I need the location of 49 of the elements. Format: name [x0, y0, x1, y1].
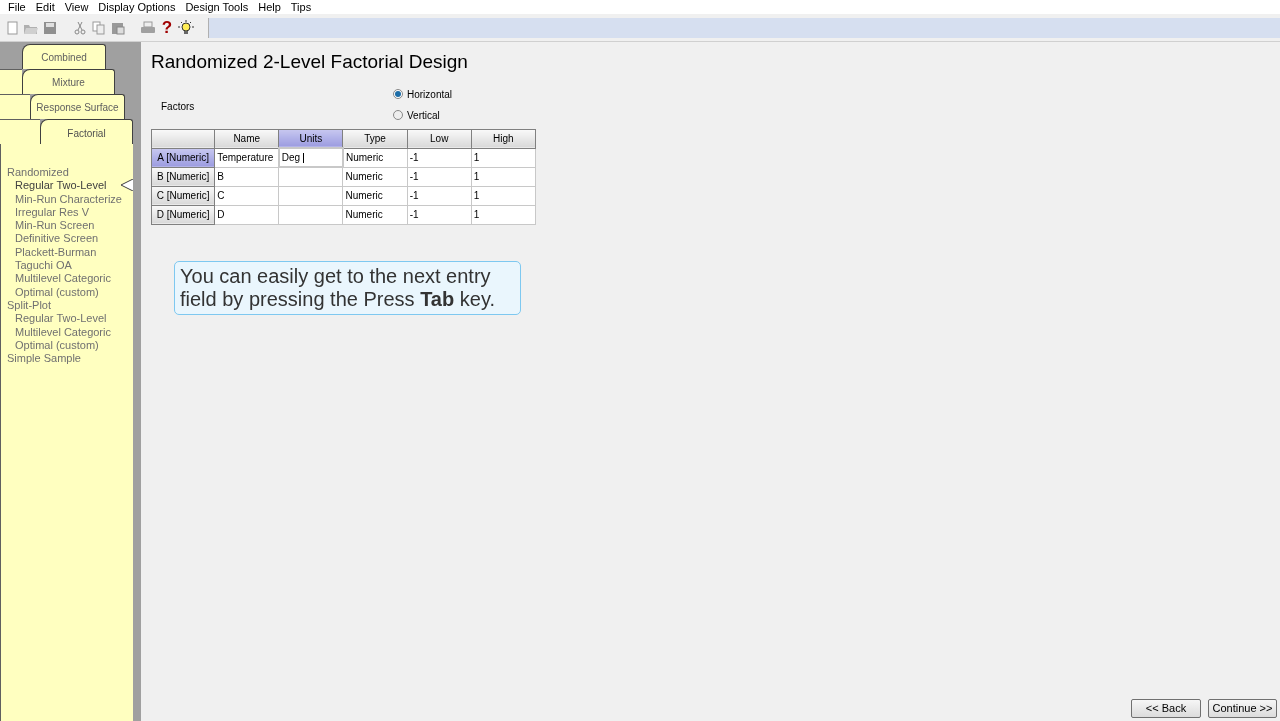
printer-icon[interactable] — [140, 19, 156, 36]
radio-label[interactable]: Vertical — [407, 107, 440, 123]
menu-item[interactable]: Display Options — [94, 0, 180, 16]
column-header[interactable]: Type — [342, 129, 408, 148]
tree-item[interactable]: Optimal (custom) — [1, 285, 133, 299]
copy-icon[interactable] — [91, 19, 107, 36]
tree-item[interactable]: Min-Run Characterize — [1, 192, 133, 206]
tab-background — [0, 69, 22, 94]
radio-label[interactable]: Horizontal — [407, 86, 453, 102]
menu-item[interactable]: View — [60, 0, 93, 16]
selection-pointer-icon — [121, 179, 133, 192]
tree-item[interactable]: Randomized — [1, 166, 133, 180]
column-header[interactable]: Name — [214, 129, 279, 148]
continue-button[interactable]: Continue >> — [1208, 699, 1277, 718]
back-button[interactable]: << Back — [1131, 699, 1201, 718]
tree-item[interactable]: Plackett-Burman — [1, 245, 133, 260]
menu-item[interactable]: File — [4, 0, 30, 16]
tree-item[interactable]: Regular Two-Level — [1, 179, 133, 193]
new-file-icon[interactable] — [4, 19, 20, 36]
menu-item[interactable]: Tips — [286, 0, 316, 16]
tip-callout: You can easily get to the next entry field by pressing the Press Tab key. — [174, 260, 521, 315]
help-button[interactable]: ? — [159, 19, 175, 36]
tree-item[interactable]: Optimal (custom) — [1, 338, 133, 353]
tree-item[interactable]: Multilevel Categoric — [1, 325, 133, 339]
tree-item[interactable]: Regular Two-Level — [1, 312, 133, 326]
design-tab[interactable]: Response Surface — [30, 94, 125, 119]
cell-input-field[interactable]: Deg — [278, 148, 343, 167]
menu-item[interactable]: Edit — [31, 0, 59, 16]
tree-item[interactable]: Taguchi OA — [1, 259, 133, 273]
tree-item[interactable]: Split-Plot — [1, 298, 133, 313]
design-tab[interactable]: Combined — [22, 44, 106, 69]
tree-item[interactable]: Min-Run Screen — [1, 219, 133, 233]
menu-item[interactable]: Help — [254, 0, 285, 16]
section-label: Factors — [161, 99, 196, 114]
radio-button[interactable] — [393, 89, 403, 99]
scissors-icon[interactable] — [72, 19, 88, 36]
column-header[interactable]: High — [471, 129, 536, 148]
design-tab[interactable]: Factorial — [40, 119, 133, 146]
tree-item[interactable]: Multilevel Categoric — [1, 272, 133, 286]
tree-item[interactable]: Definitive Screen — [1, 232, 133, 246]
column-header[interactable]: Low — [407, 129, 472, 148]
design-tab[interactable]: Mixture — [22, 69, 115, 94]
page-title: Randomized 2-Level Factorial Design — [151, 50, 469, 74]
tree-item[interactable]: Simple Sample — [1, 352, 133, 366]
corner-cell — [151, 129, 215, 148]
light-bulb-icon[interactable] — [178, 19, 194, 36]
radio-button[interactable] — [393, 110, 403, 120]
menu-item[interactable]: Design Tools — [181, 0, 253, 16]
tree-item[interactable]: Irregular Res V — [1, 205, 133, 220]
